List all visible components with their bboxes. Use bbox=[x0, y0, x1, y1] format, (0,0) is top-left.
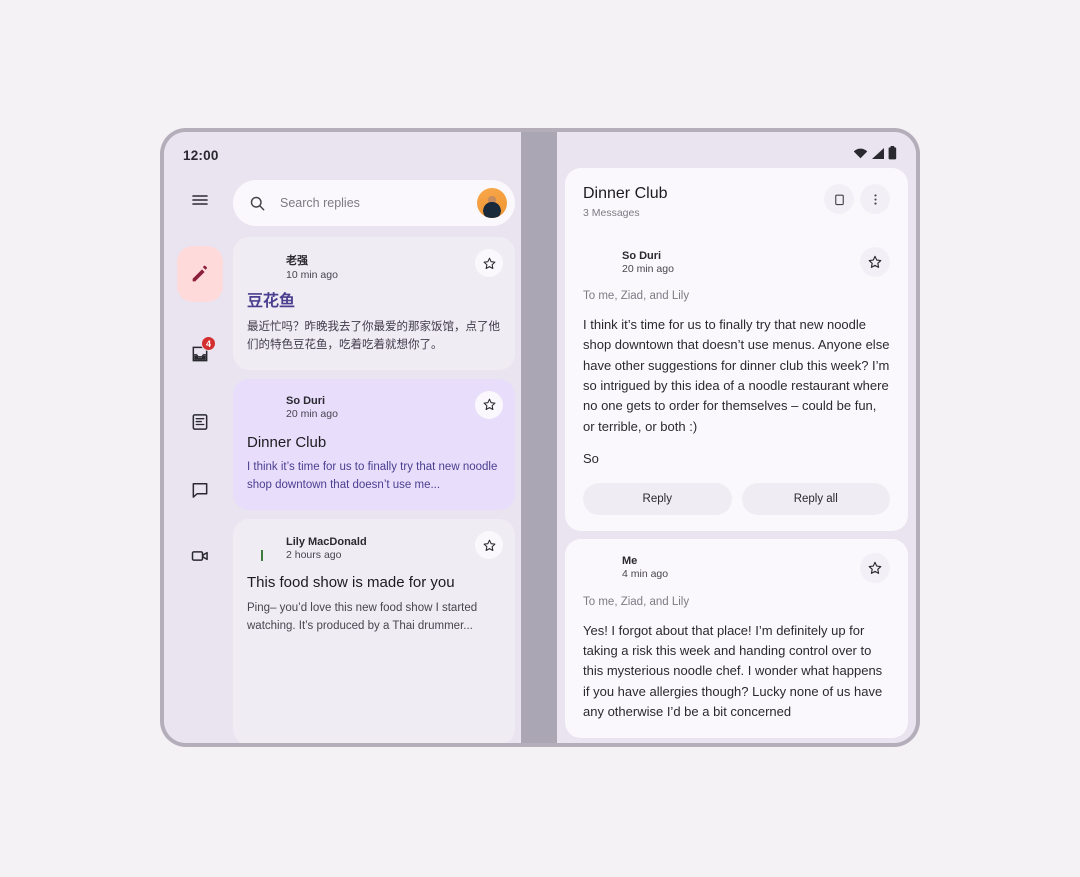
device-hinge bbox=[521, 132, 557, 743]
nav-rail-item-articles[interactable] bbox=[176, 398, 224, 446]
sender-name: Me bbox=[622, 555, 638, 568]
thread-message-header: Me 4 min ago bbox=[583, 552, 890, 583]
message-count: 3 Messages bbox=[583, 207, 640, 220]
star-button[interactable] bbox=[475, 249, 503, 277]
reply-actions: Reply Reply all bbox=[583, 482, 890, 515]
sender-name: So Duri bbox=[622, 249, 662, 262]
star-button[interactable] bbox=[475, 531, 503, 559]
list-item-subject: 豆花鱼 bbox=[247, 293, 296, 310]
device-screen: 12:00 4 Search replies 老强 10 min ago 豆花鱼… bbox=[164, 132, 916, 743]
list-item-header: 老强 10 min ago bbox=[247, 251, 501, 281]
message-list[interactable]: 老强 10 min ago 豆花鱼 最近忙吗？昨晚我去了你最爱的那家饭馆，点了他… bbox=[233, 237, 515, 743]
star-icon bbox=[483, 539, 495, 551]
pencil-icon bbox=[189, 263, 211, 285]
recipients: To me, Ziad, and Lily bbox=[583, 595, 690, 608]
sender-name: So Duri bbox=[286, 395, 326, 408]
star-button[interactable] bbox=[860, 552, 890, 583]
sender-block: So Duri 20 min ago bbox=[286, 395, 338, 420]
foldable-device-frame: 12:00 4 Search replies 老强 10 min ago 豆花鱼… bbox=[160, 128, 920, 747]
thread-message: So Duri 20 min ago To me, Ziad, and Lily… bbox=[565, 233, 908, 531]
cooking-show-thumbnail[interactable] bbox=[247, 646, 501, 730]
status-bar-time: 12:00 bbox=[183, 148, 219, 163]
thread-message-header: So Duri 20 min ago bbox=[583, 247, 890, 278]
trash-icon bbox=[834, 194, 844, 205]
sender-time: 4 min ago bbox=[622, 568, 669, 581]
nav-rail-item-menu[interactable] bbox=[176, 176, 224, 224]
page-title: Dinner Club bbox=[583, 185, 668, 202]
hamburger-menu-icon bbox=[190, 190, 210, 210]
star-icon bbox=[868, 561, 882, 574]
cellular-signal-icon bbox=[871, 147, 885, 160]
chat-bubble-icon bbox=[190, 480, 210, 500]
search-input[interactable]: Search replies bbox=[280, 196, 477, 210]
nav-rail-item-inbox[interactable]: 4 bbox=[176, 330, 224, 378]
avatar bbox=[583, 553, 613, 583]
inbox-badge: 4 bbox=[201, 336, 216, 351]
avatar bbox=[583, 247, 613, 277]
sender-time: 10 min ago bbox=[286, 268, 338, 281]
list-item-preview: 最近忙吗？昨晚我去了你最爱的那家饭馆，点了他们的特色豆花鱼，吃着吃着就想你了。 bbox=[247, 321, 500, 351]
sender-name: 老强 bbox=[286, 254, 308, 267]
sender-block: Lily MacDonald 2 hours ago bbox=[286, 536, 367, 561]
header-actions bbox=[824, 184, 890, 214]
list-item[interactable]: So Duri 20 min ago Dinner Club I think i… bbox=[233, 378, 515, 510]
thread-message: Me 4 min ago To me, Ziad, and Lily Yes! … bbox=[565, 539, 908, 738]
star-button[interactable] bbox=[475, 390, 503, 419]
recipients: To me, Ziad, and Lily bbox=[583, 290, 690, 303]
more-options-button[interactable] bbox=[860, 184, 890, 214]
thread-card: Me 4 min ago To me, Ziad, and Lily Yes! … bbox=[565, 538, 908, 739]
nav-rail-item-video[interactable] bbox=[176, 532, 224, 580]
left-pane: 12:00 4 Search replies 老强 10 min ago 豆花鱼… bbox=[164, 132, 521, 743]
avatar bbox=[247, 533, 277, 563]
article-icon bbox=[190, 412, 210, 432]
navigation-rail: 4 bbox=[164, 176, 236, 580]
sender-name: Lily MacDonald bbox=[286, 535, 367, 548]
account-avatar[interactable] bbox=[477, 188, 507, 218]
video-camera-icon bbox=[190, 546, 210, 566]
battery-icon bbox=[888, 146, 897, 160]
thread-card: Dinner Club 3 Messages So Duri 20 min ag… bbox=[565, 168, 908, 531]
message-body: I think it’s time for us to finally try … bbox=[583, 317, 890, 434]
right-pane: Dinner Club 3 Messages So Duri 20 min ag… bbox=[557, 132, 916, 743]
thread-detail-scroll[interactable]: Dinner Club 3 Messages So Duri 20 min ag… bbox=[565, 168, 908, 743]
search-icon bbox=[249, 195, 266, 212]
list-item[interactable]: Lily MacDonald 2 hours ago This food sho… bbox=[233, 519, 515, 743]
list-item[interactable]: 老强 10 min ago 豆花鱼 最近忙吗？昨晚我去了你最爱的那家饭馆，点了他… bbox=[233, 237, 515, 370]
delete-button[interactable] bbox=[824, 184, 854, 214]
sender-time: 2 hours ago bbox=[286, 548, 342, 561]
list-item-header: Lily MacDonald 2 hours ago bbox=[247, 533, 501, 563]
more-vertical-icon bbox=[873, 193, 877, 205]
list-item-preview: I think it’s time for us to finally try … bbox=[247, 461, 498, 492]
nav-rail-item-chat[interactable] bbox=[176, 466, 224, 514]
message-body: Yes! I forgot about that place! I’m defi… bbox=[583, 622, 883, 719]
sender-block: So Duri 20 min ago bbox=[622, 250, 674, 275]
sender-block: Me 4 min ago bbox=[622, 555, 668, 580]
star-icon bbox=[483, 398, 495, 411]
star-icon bbox=[483, 257, 495, 269]
message-signature: So bbox=[583, 450, 599, 466]
thread-header: Dinner Club 3 Messages bbox=[565, 168, 908, 233]
star-icon bbox=[868, 255, 882, 269]
list-item-subject: This food show is made for you bbox=[247, 574, 455, 591]
thread-title-block: Dinner Club 3 Messages bbox=[583, 184, 667, 219]
list-item-subject: Dinner Club bbox=[247, 433, 327, 451]
sender-time: 20 min ago bbox=[286, 408, 338, 421]
list-item-header: So Duri 20 min ago bbox=[247, 393, 501, 423]
status-bar-icons bbox=[853, 146, 897, 160]
sender-block: 老强 10 min ago bbox=[286, 252, 338, 281]
avatar bbox=[247, 251, 277, 281]
avatar bbox=[247, 393, 277, 423]
nav-rail-item-compose[interactable] bbox=[177, 246, 223, 302]
reply-button[interactable]: Reply bbox=[583, 482, 732, 515]
wifi-icon bbox=[853, 147, 868, 160]
reply-all-button[interactable]: Reply all bbox=[741, 482, 890, 515]
list-item-preview: Ping– you’d love this new food show I st… bbox=[247, 601, 478, 632]
search-bar[interactable]: Search replies bbox=[233, 180, 515, 226]
star-button[interactable] bbox=[860, 247, 890, 278]
sender-time: 20 min ago bbox=[622, 262, 674, 275]
